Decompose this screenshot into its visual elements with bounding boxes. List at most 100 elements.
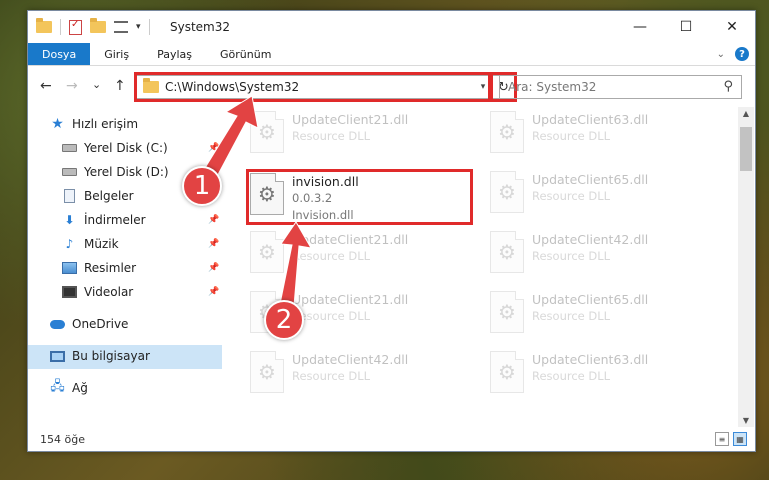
recent-locations-button[interactable]: ⌄ bbox=[92, 78, 101, 91]
search-placeholder: Ara: System32 bbox=[508, 80, 597, 94]
dll-file-icon: ⚙ bbox=[490, 171, 524, 213]
up-button[interactable]: ↑ bbox=[114, 78, 126, 94]
list-item[interactable]: ⚙ UpdateClient63.dll Resource DLL bbox=[490, 351, 710, 403]
tiles-view-icon[interactable]: ▦ bbox=[733, 432, 747, 446]
sidebar-item-label: Yerel Disk (C:) bbox=[84, 141, 168, 155]
file-name: UpdateClient21.dll bbox=[292, 112, 409, 127]
sidebar-item-onedrive[interactable]: OneDrive bbox=[50, 317, 128, 331]
pin-icon[interactable]: 📌 bbox=[208, 143, 219, 153]
sidebar-item-pictures[interactable]: Resimler 📌 bbox=[62, 261, 219, 275]
sidebar-item-quick-access[interactable]: ★ Hızlı erişim bbox=[50, 116, 139, 132]
list-item[interactable]: ⚙ UpdateClient65.dll Resource DLL bbox=[490, 171, 710, 223]
sidebar-item-label: Müzik bbox=[84, 237, 119, 251]
pin-icon[interactable]: 📌 bbox=[208, 263, 219, 273]
file-name: UpdateClient21.dll bbox=[292, 292, 409, 307]
file-description: Resource DLL bbox=[532, 369, 611, 383]
item-count: 154 öğe bbox=[40, 432, 85, 446]
expand-ribbon-icon[interactable]: ⌄ bbox=[717, 49, 725, 60]
vertical-scrollbar[interactable]: ▲ ▼ bbox=[738, 107, 754, 427]
pin-icon[interactable]: 📌 bbox=[208, 239, 219, 249]
tab-share[interactable]: Paylaş bbox=[143, 43, 206, 65]
scroll-down-icon[interactable]: ▼ bbox=[738, 416, 754, 425]
drive-icon bbox=[62, 144, 77, 152]
dll-file-icon: ⚙ bbox=[490, 111, 524, 153]
pictures-icon bbox=[62, 262, 77, 274]
explorer-window: ▾ System32 — ☐ ✕ Dosya Giriş Paylaş Görü… bbox=[27, 10, 756, 452]
file-name: UpdateClient42.dll bbox=[292, 352, 409, 367]
documents-icon bbox=[64, 189, 75, 203]
sidebar-item-downloads[interactable]: ⬇ İndirmeler 📌 bbox=[62, 213, 219, 227]
file-description: Resource DLL bbox=[532, 309, 611, 323]
properties-icon[interactable] bbox=[69, 19, 82, 35]
file-description: Resource DLL bbox=[292, 129, 371, 143]
file-name: UpdateClient63.dll bbox=[532, 112, 649, 127]
list-item[interactable]: ⚙ UpdateClient42.dll Resource DLL bbox=[250, 351, 470, 403]
close-button[interactable]: ✕ bbox=[709, 11, 755, 43]
dll-file-icon: ⚙ bbox=[250, 111, 284, 153]
callout-1: 1 bbox=[182, 166, 222, 206]
view-icon[interactable] bbox=[114, 21, 128, 33]
window-title: System32 bbox=[170, 20, 231, 34]
ribbon-tabs: Dosya Giriş Paylaş Görünüm bbox=[28, 43, 755, 66]
file-description: Resource DLL bbox=[292, 369, 371, 383]
toolbar-separator bbox=[148, 19, 150, 35]
file-description: Resource DLL bbox=[532, 189, 611, 203]
sidebar-item-network[interactable]: 🖧 Ağ bbox=[50, 379, 88, 395]
pin-icon[interactable]: 📌 bbox=[208, 215, 219, 225]
list-item[interactable]: ⚙ UpdateClient21.dll Resource DLL bbox=[250, 231, 470, 283]
list-item[interactable]: ⚙ UpdateClient42.dll Resource DLL bbox=[490, 231, 710, 283]
navigation-bar: ← → ⌄ ↑ C:\Windows\System32 ▾ ↻ Ara: Sys… bbox=[28, 67, 755, 105]
tab-file[interactable]: Dosya bbox=[28, 43, 91, 65]
quick-access-toolbar: ▾ bbox=[36, 18, 150, 35]
search-icon[interactable]: ⚲ bbox=[723, 79, 733, 94]
dll-file-icon: ⚙ bbox=[250, 351, 284, 393]
pin-icon[interactable]: 📌 bbox=[208, 287, 219, 297]
toolbar-separator bbox=[60, 19, 61, 35]
status-bar: 154 öğe ≡ ▦ bbox=[28, 427, 755, 451]
scroll-up-icon[interactable]: ▲ bbox=[738, 109, 754, 118]
tab-home[interactable]: Giriş bbox=[90, 43, 143, 65]
file-name: UpdateClient42.dll bbox=[532, 232, 649, 247]
star-icon: ★ bbox=[51, 116, 64, 132]
title-bar: ▾ System32 — ☐ ✕ bbox=[28, 11, 755, 43]
sidebar-item-videos[interactable]: Videolar 📌 bbox=[62, 285, 219, 299]
sidebar-item-label: Resimler bbox=[84, 261, 137, 275]
tab-view[interactable]: Görünüm bbox=[206, 43, 285, 65]
minimize-button[interactable]: — bbox=[617, 11, 663, 43]
file-name: UpdateClient63.dll bbox=[532, 352, 649, 367]
dll-file-icon: ⚙ bbox=[250, 231, 284, 273]
search-input[interactable]: Ara: System32 ⚲ bbox=[499, 75, 742, 99]
sidebar-item-documents[interactable]: Belgeler 📌 bbox=[62, 189, 219, 203]
dll-file-icon: ⚙ bbox=[490, 351, 524, 393]
qat-customize-icon[interactable]: ▾ bbox=[136, 22, 141, 32]
dll-file-icon: ⚙ bbox=[490, 231, 524, 273]
sidebar-item-label: Hızlı erişim bbox=[72, 117, 139, 131]
drive-icon bbox=[62, 168, 77, 176]
sidebar-item-label: İndirmeler bbox=[84, 213, 146, 227]
sidebar-item-this-pc[interactable]: Bu bilgisayar bbox=[50, 349, 150, 363]
list-item[interactable]: ⚙ UpdateClient63.dll Resource DLL bbox=[490, 111, 710, 163]
forward-button[interactable]: → bbox=[66, 78, 78, 94]
file-list: ⚙ UpdateClient21.dll Resource DLL ⚙ invis… bbox=[224, 107, 739, 427]
list-item[interactable]: ⚙ UpdateClient65.dll Resource DLL bbox=[490, 291, 710, 343]
list-item[interactable]: ⚙ UpdateClient21.dll Resource DLL bbox=[250, 111, 470, 163]
address-highlight-box bbox=[134, 72, 491, 102]
cloud-icon bbox=[50, 319, 65, 329]
file-description: Resource DLL bbox=[292, 249, 371, 263]
maximize-button[interactable]: ☐ bbox=[663, 11, 709, 43]
scrollbar-thumb[interactable] bbox=[740, 127, 752, 171]
back-button[interactable]: ← bbox=[40, 78, 52, 94]
sidebar-item-label: Videolar bbox=[84, 285, 134, 299]
sidebar-item-music[interactable]: ♪ Müzik 📌 bbox=[62, 237, 220, 251]
sidebar-item-label: OneDrive bbox=[72, 317, 129, 331]
details-view-icon[interactable]: ≡ bbox=[715, 432, 729, 446]
help-icon[interactable]: ? bbox=[735, 47, 749, 61]
file-description: Resource DLL bbox=[292, 309, 371, 323]
sidebar-item-label: Belgeler bbox=[84, 189, 134, 203]
sidebar-item-label: Yerel Disk (D:) bbox=[84, 165, 169, 179]
new-folder-icon[interactable] bbox=[90, 18, 106, 33]
computer-icon bbox=[50, 350, 65, 362]
videos-icon bbox=[62, 286, 77, 298]
sidebar-item-disk-d[interactable]: Yerel Disk (D:) bbox=[62, 165, 169, 179]
sidebar-item-disk-c[interactable]: Yerel Disk (C:) 📌 bbox=[62, 141, 219, 155]
